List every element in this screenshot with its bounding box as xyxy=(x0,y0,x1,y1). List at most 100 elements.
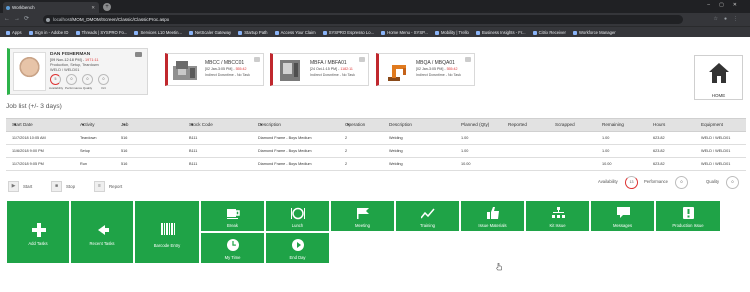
end-day-tile[interactable]: End Day xyxy=(265,232,330,264)
bookmark-icon xyxy=(381,30,386,35)
plus-icon xyxy=(32,223,46,237)
browser-menu-icons[interactable]: ☆●⋮ xyxy=(713,16,744,22)
issue-materials-tile[interactable]: Issue Materials xyxy=(460,200,525,232)
bookmark-icon xyxy=(28,30,33,35)
stop-icon: ■ xyxy=(51,181,62,193)
bookmark-icon xyxy=(322,30,327,35)
bookmark-item[interactable]: Startup Path xyxy=(238,27,268,37)
meeting-tile[interactable]: Meeting xyxy=(330,200,395,232)
stop-button[interactable]: ■ Stop xyxy=(51,181,75,193)
bookmark-icon xyxy=(189,30,194,35)
machine-status: Indirect Downtime - No Task xyxy=(310,73,355,77)
play-icon: ▶ xyxy=(8,181,19,193)
home-button[interactable]: HOME xyxy=(694,55,743,100)
bookmark-icon xyxy=(434,30,439,35)
speech-bubble-icon xyxy=(617,207,630,218)
training-tile[interactable]: Training xyxy=(395,200,460,232)
bookmark-item[interactable]: Workforce Manager xyxy=(572,27,616,37)
add-tasks-tile[interactable]: Add Tasks xyxy=(6,200,70,264)
bookmark-item[interactable]: Threads | SYSPRO Fo... xyxy=(75,27,127,37)
kpi-availability: 5 Availability xyxy=(49,74,63,90)
recent-tasks-icon xyxy=(98,225,109,235)
table-row[interactable]: 11/6/2018 9:00 PM Setup 516 B111 Diamond Fra… xyxy=(6,145,746,158)
machine-code: MBQA / MBQA01 xyxy=(416,60,455,66)
nav-buttons[interactable]: ←→⟳ xyxy=(4,15,33,22)
exclamation-icon xyxy=(683,207,694,219)
machine-card[interactable]: MBFA / MBFA01 [24 Oct-1:15 PM] - 1182:11… xyxy=(270,53,369,86)
browser-tab-bar: Workbench ✕ + –▢✕ xyxy=(0,0,750,13)
machine-image-icon xyxy=(280,60,300,81)
kpi-performance-bottom: Performance 0 xyxy=(644,176,688,189)
machine-card[interactable]: MBQA / MBQA01 [02 Jan-3:05 PM] - 555:42 … xyxy=(376,53,475,86)
report-icon: ≡ xyxy=(94,181,105,193)
line-chart-icon xyxy=(421,208,435,219)
start-button[interactable]: ▶ Start xyxy=(8,181,32,193)
browser-tab[interactable]: Workbench ✕ xyxy=(3,2,99,13)
machine-time: [24 Oct-1:15 PM] - 1182:11 xyxy=(310,67,353,71)
bookmark-icon xyxy=(6,30,10,35)
barcode-entry-tile[interactable]: Barcode Entry xyxy=(134,200,200,264)
machine-time: [02 Jan-3:05 PM] - 555:42 xyxy=(205,67,247,71)
bookmark-icon xyxy=(475,30,480,35)
bookmark-item[interactable]: Access Your Claim xyxy=(274,27,316,37)
bookmark-item[interactable]: Services L10 Meetin... xyxy=(134,27,182,37)
kit-issue-tile[interactable]: Kit Issue xyxy=(525,200,590,232)
operator-role: Production, Setup, Teardown WELD / WELD0… xyxy=(50,63,99,72)
workbench-app: DAN FISHERMAN [09 Nov-12:18 PM] - 1971:1… xyxy=(0,37,750,284)
bookmark-item[interactable]: Business Insights - Fr... xyxy=(475,27,526,37)
machine-card[interactable]: MBCC / MBCC01 [02 Jan-3:05 PM] - 555:42 … xyxy=(165,53,264,86)
machine-time: [02 Jan-3:05 PM] - 555:42 xyxy=(416,67,458,71)
bookmark-icon xyxy=(572,30,577,35)
recent-tasks-tile[interactable]: Recent Tasks xyxy=(70,200,134,264)
new-tab-button[interactable]: + xyxy=(103,3,111,11)
machine-info-icon[interactable] xyxy=(254,57,260,62)
bookmark-item[interactable]: Home Menu - SYSP... xyxy=(381,27,428,37)
action-tiles: Add Tasks Recent Tasks Barcode Entry Bre… xyxy=(6,200,743,292)
bookmark-icon xyxy=(274,30,279,35)
bookmark-item[interactable]: Citrix Receiver xyxy=(532,27,566,37)
job-grid-header: Start Date ▾ Activity ▾ Job ▾ Stock Code ▾ D… xyxy=(6,118,746,132)
info-icon xyxy=(46,17,50,22)
flag-icon xyxy=(357,208,369,219)
bookmarks-bar: Apps Sign in - Adobe ID Threads | SYSPRO… xyxy=(0,26,750,37)
bookmark-icon xyxy=(238,30,243,35)
bookmark-item[interactable]: NetScaler Gateway xyxy=(189,27,231,37)
my-time-tile[interactable]: My Time xyxy=(200,232,265,264)
address-bar-row: ←→⟳ localhost/MOM_DMOM/Screen/Classic/Cl… xyxy=(0,13,750,26)
break-tile[interactable]: Break xyxy=(200,200,265,232)
production-issue-tile[interactable]: Production Issue xyxy=(655,200,721,232)
operator-card[interactable]: DAN FISHERMAN [09 Nov-12:18 PM] - 1971:1… xyxy=(7,48,148,95)
barcode-icon xyxy=(161,223,175,235)
bookmark-icon xyxy=(75,30,80,35)
robot-arm-icon xyxy=(388,65,406,81)
sitemap-icon xyxy=(552,207,565,218)
tab-favicon-icon xyxy=(6,5,10,10)
home-icon xyxy=(709,63,729,83)
machine-info-icon[interactable] xyxy=(359,57,365,62)
machine-status: Indirect Downtime - No Task xyxy=(416,73,461,77)
url-host: localhost xyxy=(53,17,72,22)
clock-icon xyxy=(227,239,239,251)
bookmark-icon xyxy=(532,30,537,35)
kpi-availability-bottom: Availability 13 xyxy=(598,176,638,189)
report-button[interactable]: ≡ Report xyxy=(94,181,122,193)
kpi-quality-bottom: Quality 0 xyxy=(706,176,739,189)
machine-info-icon[interactable] xyxy=(465,57,471,62)
bookmark-item[interactable]: SYSPRO Espresso Lo... xyxy=(322,27,374,37)
plate-cutlery-icon xyxy=(291,207,305,220)
table-row[interactable]: 11/7/2018 9:05 PM Run 516 B111 Diamond Frame… xyxy=(6,158,746,171)
tab-close-icon[interactable]: ✕ xyxy=(91,2,95,13)
thumbs-up-icon xyxy=(487,207,499,219)
bookmark-item[interactable]: Mobility | Trello xyxy=(434,27,469,37)
bookmark-item[interactable]: Sign in - Adobe ID xyxy=(28,27,68,37)
lunch-tile[interactable]: Lunch xyxy=(265,200,330,232)
window-controls[interactable]: –▢✕ xyxy=(707,2,746,8)
url-field[interactable]: localhost/MOM_DMOM/Screen/Classic/Classi… xyxy=(43,15,683,24)
bookmark-item[interactable]: Apps xyxy=(6,27,22,37)
kpi-quality: 0 Quality xyxy=(81,74,94,90)
message-icon[interactable] xyxy=(135,52,142,57)
messages-tile[interactable]: Messages xyxy=(590,200,655,232)
kpi-performance: 0 Performance xyxy=(65,74,82,90)
table-row[interactable]: 11/7/2018 10:05 AM Teardown 516 B111 Diamond… xyxy=(6,132,746,145)
machine-image-icon xyxy=(173,61,197,80)
